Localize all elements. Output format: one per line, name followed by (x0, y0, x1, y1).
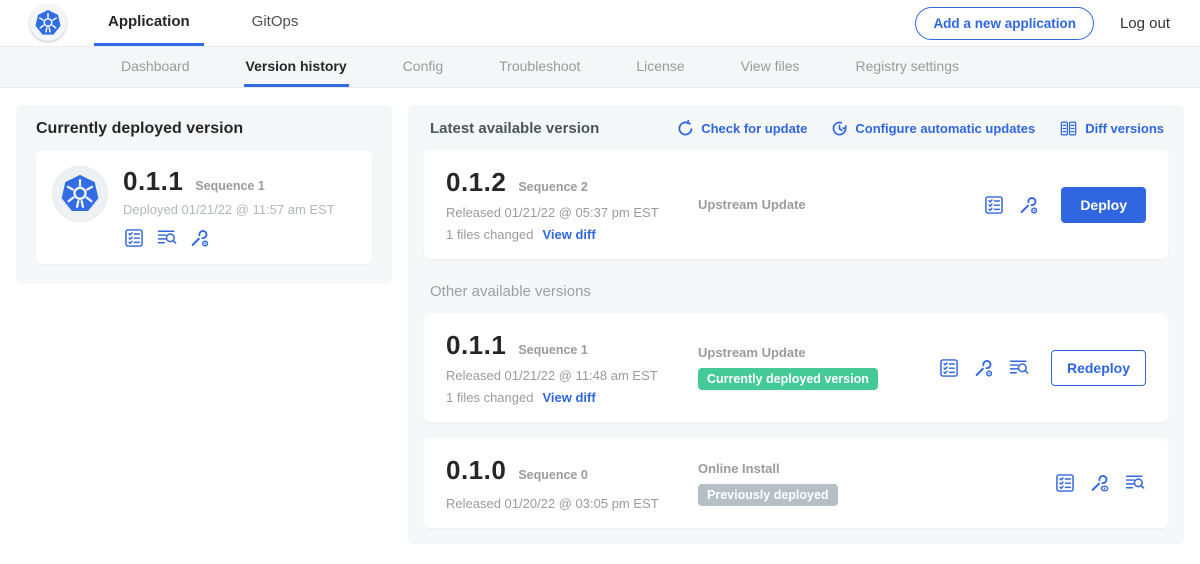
deployed-version-card: 0.1.1 Sequence 1 Deployed 01/21/22 @ 11:… (36, 151, 372, 264)
header-right: Add a new application Log out (915, 0, 1170, 46)
tab-dashboard[interactable]: Dashboard (119, 47, 192, 87)
view-logs-icon[interactable] (1124, 472, 1146, 494)
top-header: Application GitOps Add a new application… (0, 0, 1200, 47)
released-date: Released 01/21/22 @ 11:48 am EST (446, 368, 698, 383)
preflight-checks-icon[interactable] (1054, 472, 1076, 494)
view-config-icon[interactable] (1089, 472, 1111, 494)
deployed-version-number: 0.1.1 (123, 166, 183, 197)
add-application-button[interactable]: Add a new application (915, 7, 1094, 40)
diff-versions-link[interactable]: Diff versions (1059, 119, 1164, 138)
diff-icon (1059, 119, 1078, 138)
tab-application[interactable]: Application (94, 0, 204, 46)
files-changed-label: 1 files changed (446, 390, 533, 405)
version-number: 0.1.1 (446, 330, 506, 361)
tab-license[interactable]: License (634, 47, 686, 87)
tab-troubleshoot[interactable]: Troubleshoot (497, 47, 582, 87)
deployed-version-info: 0.1.1 Sequence 1 Deployed 01/21/22 @ 11:… (123, 166, 335, 249)
deployed-date: Deployed 01/21/22 @ 11:57 am EST (123, 202, 335, 217)
logout-button[interactable]: Log out (1120, 15, 1170, 32)
version-info: 0.1.1 Sequence 1 Released 01/21/22 @ 11:… (446, 330, 698, 405)
check-for-update-link[interactable]: Check for update (677, 120, 807, 137)
edit-config-icon[interactable] (189, 227, 211, 249)
diff-versions-label: Diff versions (1085, 121, 1164, 136)
tab-registry-settings[interactable]: Registry settings (854, 47, 961, 87)
sequence-label: Sequence 1 (518, 343, 587, 357)
app-logo (30, 0, 66, 46)
released-date: Released 01/20/22 @ 03:05 pm EST (446, 496, 698, 511)
version-number: 0.1.2 (446, 167, 506, 198)
refresh-icon (677, 120, 694, 137)
view-diff-link[interactable]: View diff (542, 390, 595, 405)
configure-automatic-updates-label: Configure automatic updates (855, 121, 1035, 136)
tab-config[interactable]: Config (401, 47, 445, 87)
version-source: Upstream Update Currently deployed versi… (698, 345, 938, 390)
version-actions: Deploy (983, 187, 1146, 223)
source-label: Online Install (698, 461, 780, 476)
version-row-0-1-2: 0.1.2 Sequence 2 Released 01/21/22 @ 05:… (424, 150, 1168, 259)
files-changed-label: 1 files changed (446, 227, 533, 242)
view-logs-icon[interactable] (1008, 357, 1030, 379)
main-content: Currently deployed version 0.1.1 Sequenc… (0, 88, 1200, 561)
panel-actions: Check for update Configure automatic upd… (677, 119, 1164, 138)
tab-gitops[interactable]: GitOps (238, 0, 313, 46)
version-row-0-1-0: 0.1.0 Sequence 0 Released 01/20/22 @ 03:… (424, 438, 1168, 528)
version-source: Upstream Update (698, 197, 983, 212)
other-available-title: Other available versions (430, 283, 1162, 300)
released-date: Released 01/21/22 @ 05:37 pm EST (446, 205, 698, 220)
app-subnav: Dashboard Version history Config Trouble… (0, 47, 1200, 88)
configure-automatic-updates-link[interactable]: Configure automatic updates (831, 120, 1035, 137)
view-logs-icon[interactable] (156, 227, 178, 249)
version-info: 0.1.2 Sequence 2 Released 01/21/22 @ 05:… (446, 167, 698, 242)
sequence-label: Sequence 0 (518, 468, 587, 482)
version-actions (1054, 472, 1146, 494)
tab-view-files[interactable]: View files (739, 47, 802, 87)
kubernetes-logo-icon (30, 5, 66, 41)
previously-deployed-badge: Previously deployed (698, 484, 838, 506)
currently-deployed-badge: Currently deployed version (698, 368, 878, 390)
version-source: Online Install Previously deployed (698, 461, 1054, 506)
tab-version-history[interactable]: Version history (244, 47, 349, 87)
preflight-checks-icon[interactable] (123, 227, 145, 249)
source-label: Upstream Update (698, 345, 806, 360)
currently-deployed-card: Currently deployed version 0.1.1 Sequenc… (16, 105, 392, 284)
edit-config-icon[interactable] (1018, 194, 1040, 216)
deploy-button[interactable]: Deploy (1061, 187, 1146, 223)
auto-update-icon (831, 120, 848, 137)
preflight-checks-icon[interactable] (983, 194, 1005, 216)
app-icon-avatar (52, 166, 108, 222)
check-for-update-label: Check for update (701, 121, 807, 136)
version-info: 0.1.0 Sequence 0 Released 01/20/22 @ 03:… (446, 455, 698, 511)
source-label: Upstream Update (698, 197, 806, 212)
version-history-panel: Latest available version Check for updat… (408, 105, 1184, 544)
deployed-sequence-label: Sequence 1 (195, 179, 264, 193)
header-tabs: Application GitOps (94, 0, 312, 46)
currently-deployed-title: Currently deployed version (36, 120, 372, 138)
latest-available-title: Latest available version (430, 120, 599, 137)
preflight-checks-icon[interactable] (938, 357, 960, 379)
version-number: 0.1.0 (446, 455, 506, 486)
version-actions: Redeploy (938, 350, 1146, 386)
edit-config-icon[interactable] (973, 357, 995, 379)
view-diff-link[interactable]: View diff (542, 227, 595, 242)
redeploy-button[interactable]: Redeploy (1051, 350, 1146, 386)
version-row-0-1-1: 0.1.1 Sequence 1 Released 01/21/22 @ 11:… (424, 313, 1168, 422)
sequence-label: Sequence 2 (518, 180, 587, 194)
